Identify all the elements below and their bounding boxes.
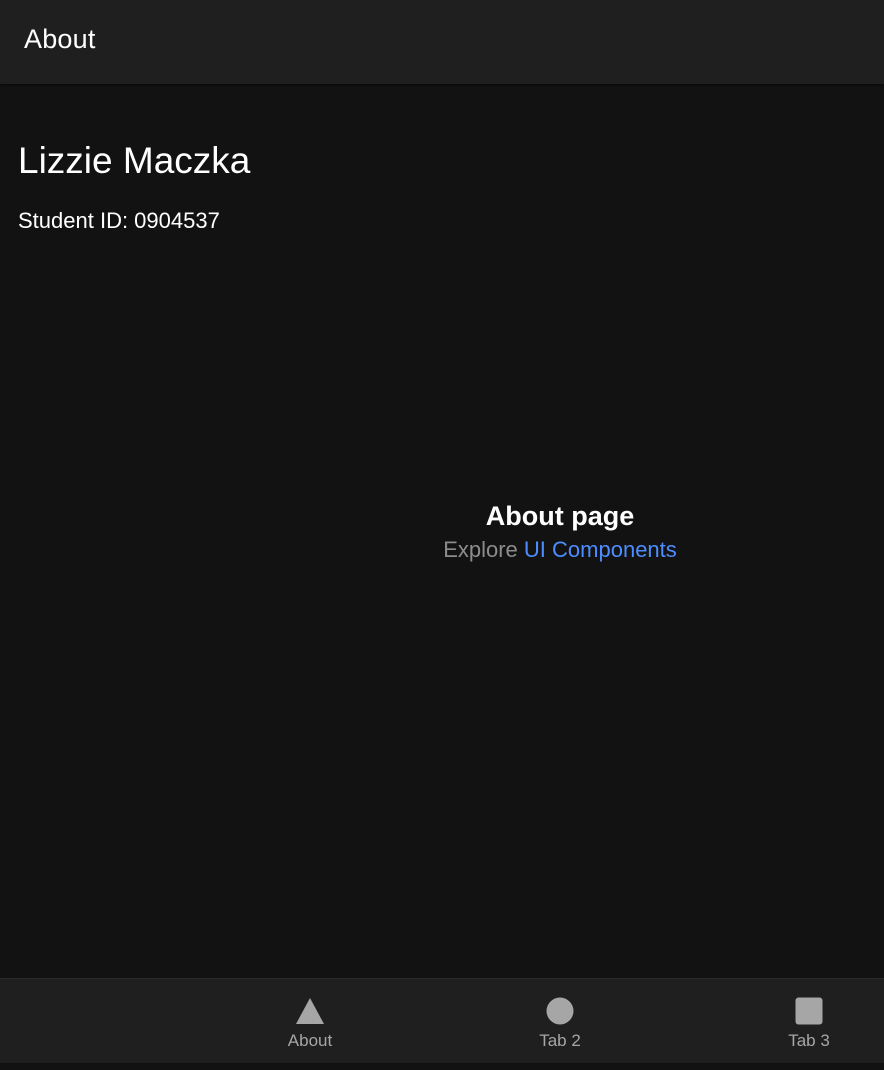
profile-name: Lizzie Maczka: [18, 140, 251, 181]
tab-2[interactable]: Tab 2: [460, 979, 660, 1063]
triangle-icon: [296, 998, 324, 1024]
explore-title: About page: [485, 501, 635, 531]
header-title: About: [24, 24, 96, 54]
square-icon: [795, 997, 823, 1025]
bottom-edge: [0, 1063, 884, 1070]
explore-prefix: Explore: [443, 537, 518, 562]
tab-about[interactable]: About: [210, 979, 410, 1063]
app-root: About Lizzie Maczka Student ID: 0904537 …: [0, 0, 884, 1070]
tab-bar: About Tab 2 Tab 3: [0, 978, 884, 1064]
ellipse-icon: [546, 997, 574, 1025]
tab-3[interactable]: Tab 3: [709, 979, 884, 1063]
tab-about-label: About: [287, 1031, 333, 1050]
tab-2-label: Tab 2: [539, 1031, 581, 1050]
student-id: Student ID: 0904537: [18, 208, 220, 233]
page-content: Lizzie Maczka Student ID: 0904537 About …: [0, 84, 884, 978]
explore-container: About page Explore UI Components: [260, 496, 860, 564]
ui-components-link[interactable]: UI Components: [524, 537, 677, 562]
header-toolbar: About: [0, 0, 884, 84]
explore-text: Explore UI Components: [260, 536, 860, 564]
tab-3-label: Tab 3: [788, 1031, 830, 1050]
